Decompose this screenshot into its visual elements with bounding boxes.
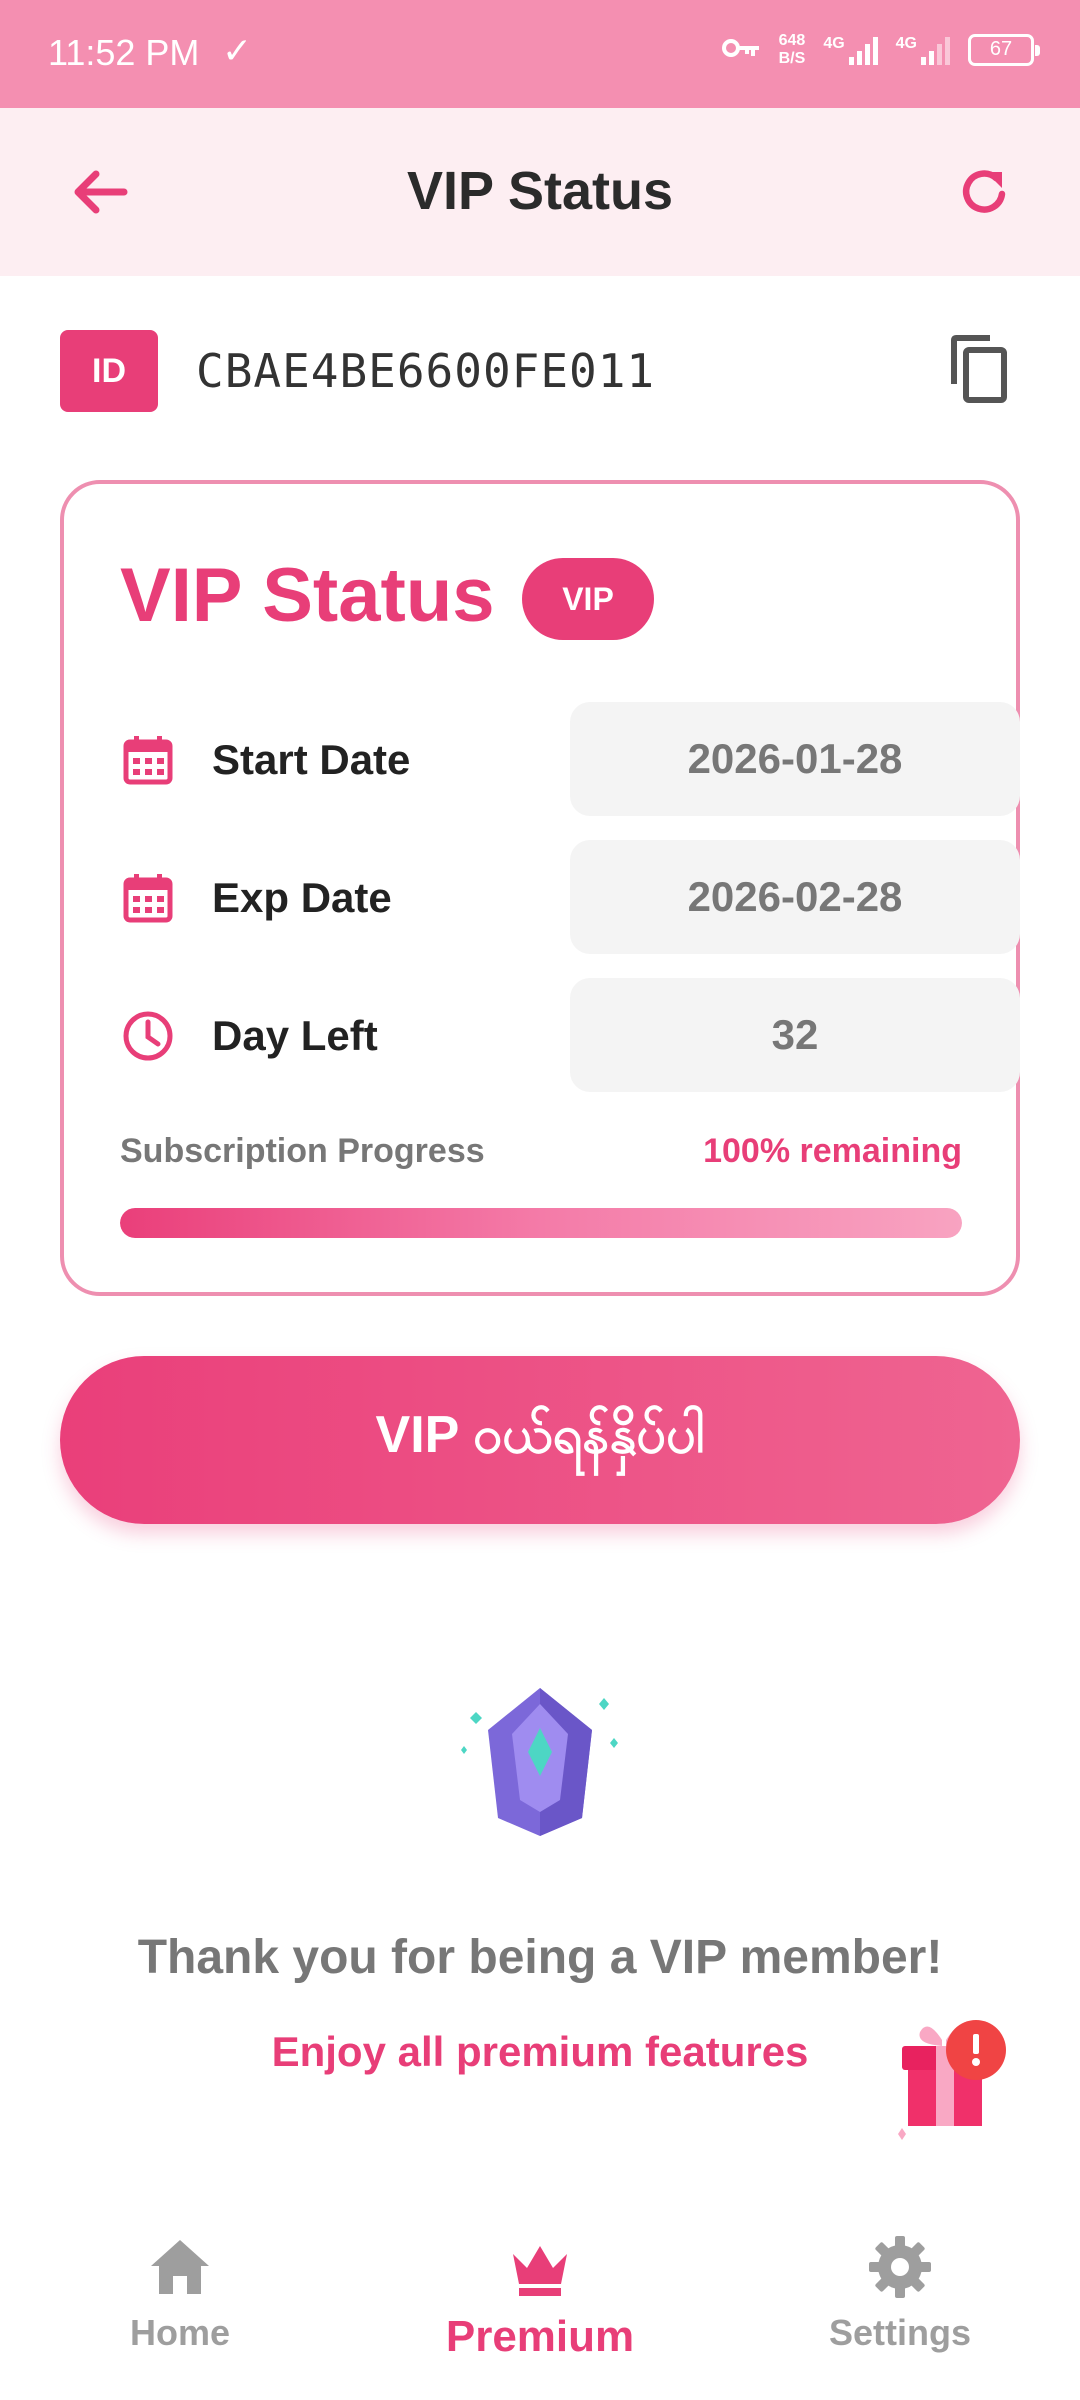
nav-settings[interactable]: Settings bbox=[750, 2232, 1050, 2382]
nav-premium[interactable]: Premium bbox=[390, 2232, 690, 2382]
app-bar: VIP Status bbox=[0, 108, 1080, 276]
vip-status-card: VIP Status VIP Start Date 2026-01-28 Exp… bbox=[60, 480, 1020, 1296]
nav-home-label: Home bbox=[129, 2312, 231, 2353]
progress-remaining: 100% remaining bbox=[703, 1132, 962, 1170]
network-speed-value: 648 bbox=[778, 31, 806, 49]
id-badge: ID bbox=[60, 330, 158, 412]
start-date-row: Start Date 2026-01-28 bbox=[120, 702, 1020, 816]
battery-level: 67 bbox=[989, 38, 1013, 60]
buy-vip-button[interactable]: VIP ဝယ်ရန်နှိပ်ပါ bbox=[60, 1356, 1020, 1524]
network-speed-unit: B/S bbox=[778, 49, 806, 67]
battery-icon: 67 bbox=[968, 33, 1040, 66]
status-time: 11:52 PM bbox=[48, 32, 200, 73]
vpn-key-icon bbox=[721, 30, 761, 69]
device-id-value: CBAE4BE6600FE011 bbox=[196, 344, 656, 398]
gem-icon bbox=[461, 1688, 618, 1836]
start-date-value: 2026-01-28 bbox=[570, 702, 1020, 816]
card-title: VIP Status bbox=[120, 553, 495, 638]
calendar-icon bbox=[123, 736, 173, 785]
start-date-label: Start Date bbox=[212, 736, 411, 783]
day-left-label: Day Left bbox=[212, 1012, 378, 1059]
network-type-1: 4G bbox=[823, 34, 845, 52]
vip-badge: VIP bbox=[522, 558, 654, 640]
thanks-message: Thank you for being a VIP member! bbox=[137, 1931, 943, 1984]
copy-icon bbox=[951, 335, 1007, 403]
signal-bars-icon bbox=[921, 35, 950, 65]
network-speed: 648 B/S bbox=[779, 32, 806, 68]
gear-icon bbox=[869, 2236, 931, 2298]
day-left-value: 32 bbox=[570, 978, 1020, 1092]
page-title: VIP Status bbox=[406, 161, 674, 221]
refresh-icon bbox=[962, 170, 1006, 213]
copy-button[interactable] bbox=[944, 334, 1020, 410]
device-id-row: ID CBAE4BE6600FE011 bbox=[60, 330, 1020, 412]
signal-1: 4G bbox=[823, 34, 878, 65]
network-type-2: 4G bbox=[895, 34, 917, 52]
home-icon bbox=[151, 2240, 209, 2294]
exp-date-label: Exp Date bbox=[212, 874, 392, 921]
refresh-button[interactable] bbox=[944, 152, 1024, 232]
nav-premium-label: Premium bbox=[445, 2312, 635, 2361]
crown-icon bbox=[513, 2246, 567, 2296]
nav-home[interactable]: Home bbox=[30, 2232, 330, 2382]
clock-icon bbox=[123, 1011, 173, 1061]
nav-settings-label: Settings bbox=[828, 2312, 971, 2353]
check-icon: ✓ bbox=[222, 30, 253, 71]
day-left-row: Day Left 32 bbox=[120, 978, 1020, 1092]
progress-label: Subscription Progress bbox=[120, 1132, 485, 1170]
progress-fill bbox=[120, 1208, 962, 1238]
gift-button[interactable] bbox=[890, 2010, 1020, 2150]
calendar-icon bbox=[123, 874, 173, 923]
exp-date-value: 2026-02-28 bbox=[570, 840, 1020, 954]
bottom-navigation: Home Premium Settings bbox=[0, 2210, 1080, 2400]
signal-2: 4G bbox=[896, 35, 950, 65]
exp-date-row: Exp Date 2026-02-28 bbox=[120, 840, 1020, 954]
subscription-progress-bar bbox=[120, 1208, 962, 1238]
signal-bars-icon bbox=[848, 35, 878, 65]
status-bar: 11:52 PM ✓ 648 B/S 4G 4G 67 bbox=[0, 0, 1080, 108]
